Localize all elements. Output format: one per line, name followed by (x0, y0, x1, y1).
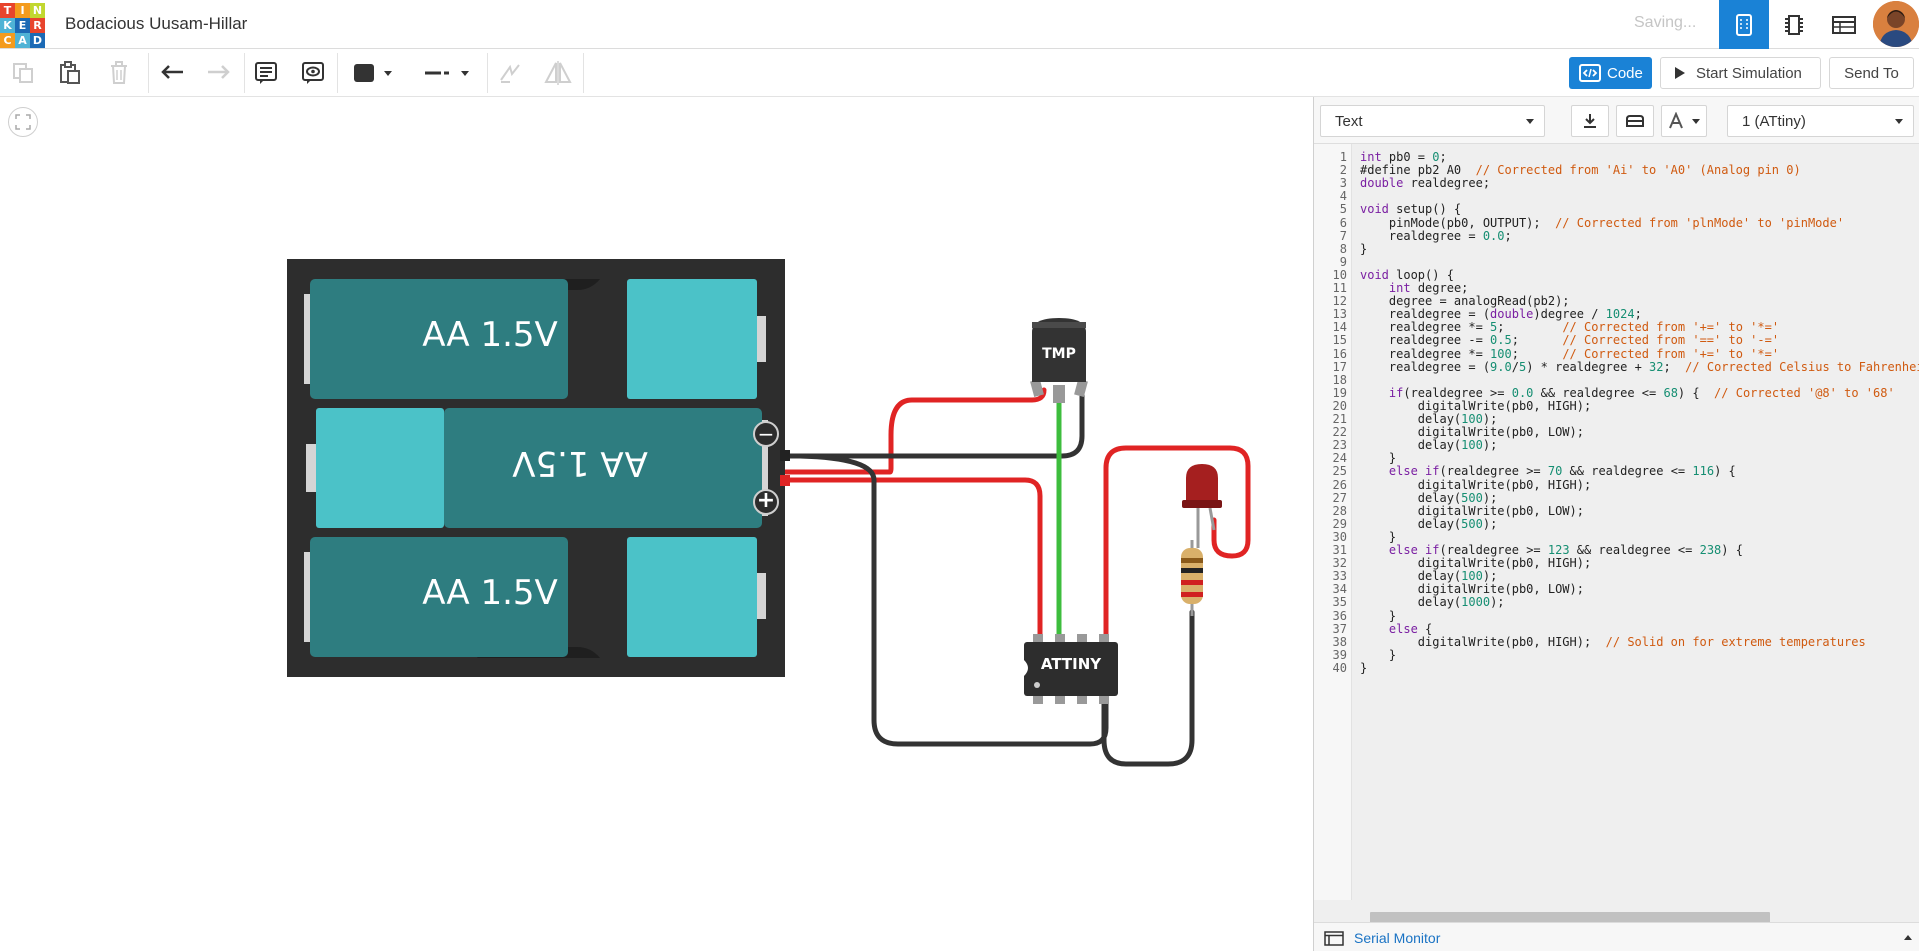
notes-button[interactable] (250, 57, 282, 89)
edit-toolbar: Code Start Simulation Send To (0, 49, 1919, 97)
save-status: Saving... (1634, 14, 1697, 31)
download-icon (1584, 114, 1596, 128)
undo-button[interactable] (156, 57, 190, 89)
font-size-dropdown[interactable] (1661, 105, 1707, 137)
paste-icon (60, 61, 80, 84)
send-to-label: Send To (1844, 64, 1899, 82)
circuit-canvas[interactable]: AA 1.5V AA 1.5V AA 1.5V − + TMP ATTINY (0, 97, 1313, 951)
logo-letter: E (15, 18, 30, 33)
wire-red-led[interactable] (1103, 445, 1251, 639)
battery-negative-terminal[interactable]: − (754, 422, 778, 446)
paste-button[interactable] (55, 57, 85, 89)
code-line: realdegree = (9.0/5) * realdegree + 32; … (1360, 359, 1919, 374)
trash-icon (111, 61, 127, 84)
toolbar-divider (487, 53, 488, 93)
play-icon (1675, 67, 1685, 79)
chip-icon (1785, 14, 1803, 35)
copy-icon (13, 63, 33, 83)
resistor[interactable] (1181, 540, 1203, 616)
code-button[interactable]: Code (1569, 57, 1652, 89)
line-number-gutter: 1 2 3 4 5 6 7 8 9 10 11 12 13 14 15 16 17 18 19 20 21 22 23 24 2… (1314, 144, 1352, 900)
chip-label: ATTINY (1040, 655, 1102, 673)
logo-letter: A (15, 33, 30, 48)
serial-monitor-label: Serial Monitor (1354, 930, 1441, 946)
wire-red-attiny[interactable] (783, 477, 1043, 639)
rotate-icon (500, 64, 520, 83)
send-to-button[interactable]: Send To (1829, 57, 1914, 89)
delete-button[interactable] (104, 57, 134, 89)
circuit-drawing (287, 259, 1251, 767)
code-mode-dropdown[interactable]: Text (1320, 105, 1545, 137)
target-device-dropdown[interactable]: 1 (ATtiny) (1727, 105, 1914, 137)
project-title[interactable]: Bodacious Uusam-Hillar (65, 14, 247, 34)
chevron-down-icon (1526, 119, 1534, 124)
serial-monitor-bar[interactable]: Serial Monitor (1314, 922, 1919, 951)
toolbar-divider (583, 53, 584, 93)
code-line: } (1360, 241, 1368, 256)
code-mode-value: Text (1335, 112, 1363, 130)
logo-letter: I (15, 3, 30, 18)
terminal-icon (1324, 931, 1344, 946)
battery-label-3: AA 1.5V (422, 573, 558, 613)
chevron-down-icon (461, 70, 469, 76)
battery-label-2: AA 1.5V (512, 443, 648, 483)
code-panel: Text 1 (ATtiny) 1 2 3 4 5 6 7 8 9 10 11 12 13 14 15 16 1… (1313, 97, 1919, 951)
battery-label-1: AA 1.5V (422, 315, 558, 355)
mirror-icon (544, 61, 572, 85)
eye-icon (302, 62, 324, 84)
table-icon (1832, 15, 1856, 34)
code-button-label: Code (1607, 64, 1643, 82)
user-avatar[interactable] (1873, 1, 1919, 47)
copy-button[interactable] (8, 57, 38, 89)
breadboard-icon (1736, 13, 1752, 36)
line-number: 40 (1332, 660, 1347, 675)
tinkercad-logo[interactable]: TINKERCAD (0, 3, 46, 48)
code-line: realdegree = 0.0; (1360, 228, 1512, 243)
code-line: digitalWrite(pb0, HIGH); // Solid on for… (1360, 634, 1866, 649)
battery-positive-terminal[interactable]: + (754, 488, 778, 513)
redo-button[interactable] (201, 57, 235, 89)
redo-icon (208, 65, 230, 79)
logo-letter: C (0, 33, 15, 48)
code-line: } (1360, 660, 1368, 675)
download-code-button[interactable] (1571, 105, 1609, 137)
fill-color-dropdown[interactable] (349, 57, 397, 89)
top-bar: TINKERCAD Bodacious Uusam-Hillar Saving.… (0, 0, 1919, 49)
circuit-view-button[interactable] (1719, 0, 1769, 49)
notes-icon (255, 62, 277, 84)
logo-letter: N (30, 3, 45, 18)
logo-letter: D (30, 33, 45, 48)
code-editor[interactable]: 1 2 3 4 5 6 7 8 9 10 11 12 13 14 15 16 17 18 19 20 21 22 23 24 2… (1314, 144, 1919, 900)
mirror-button[interactable] (541, 57, 575, 89)
chevron-up-icon[interactable] (1904, 935, 1912, 940)
sensor-label: TMP (1042, 346, 1076, 362)
toolbar-divider (148, 53, 149, 93)
start-simulation-button[interactable]: Start Simulation (1660, 57, 1821, 89)
code-icon (1579, 64, 1601, 82)
logo-letter: K (0, 18, 15, 33)
notes-visibility-button[interactable] (297, 57, 329, 89)
chevron-down-icon (1692, 118, 1700, 124)
libraries-button[interactable] (1616, 105, 1654, 137)
chevron-down-icon (1895, 119, 1903, 124)
code-line: double realdegree; (1360, 176, 1491, 191)
fill-color-swatch (354, 64, 374, 82)
start-simulation-label: Start Simulation (1696, 64, 1802, 82)
schematic-view-button[interactable] (1769, 0, 1819, 49)
library-icon (1626, 115, 1644, 127)
line-style-icon (425, 71, 449, 75)
font-size-icon (1669, 112, 1683, 129)
toolbar-divider (337, 53, 338, 93)
line-style-dropdown[interactable] (413, 57, 479, 89)
component-list-button[interactable] (1819, 0, 1869, 49)
code-toolbar: Text 1 (ATtiny) (1314, 97, 1919, 144)
logo-letter: T (0, 3, 15, 18)
target-device-value: 1 (ATtiny) (1742, 112, 1806, 130)
undo-icon (161, 65, 183, 79)
chevron-down-icon (384, 70, 392, 76)
toolbar-divider (244, 53, 245, 93)
logo-letter: R (30, 18, 45, 33)
rotate-button[interactable] (493, 57, 527, 89)
